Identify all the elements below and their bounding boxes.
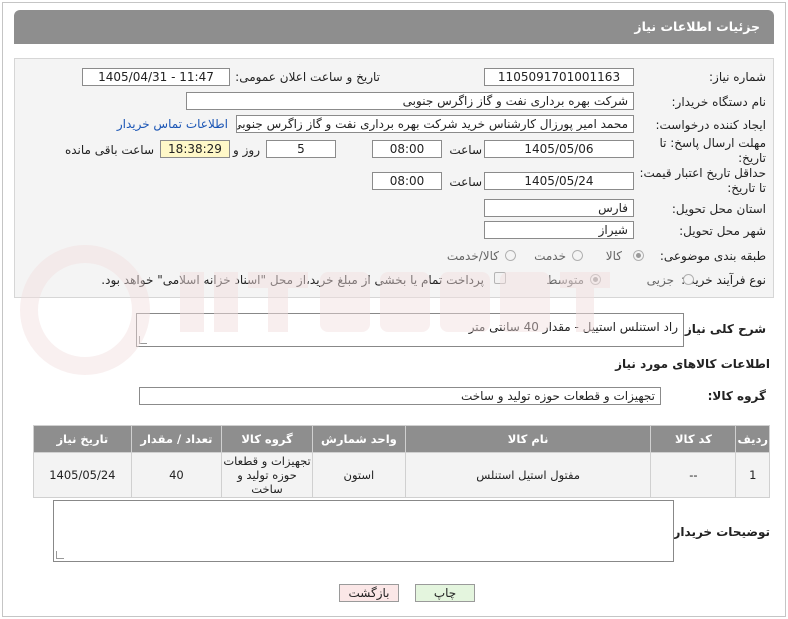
category-radio-service[interactable] [572,250,583,261]
announce-field: 1405/04/31 - 11:47 [82,68,230,86]
reply-date-field: 1405/05/06 [484,140,634,158]
reply-time-field: 08:00 [372,140,442,158]
process-option-medium: متوسط [546,273,584,287]
col-header-unit: واحد شمارش [311,425,406,453]
treasury-payment-text: پرداخت تمام یا بخشی از مبلغ خرید،از محل … [101,273,484,287]
col-header-need-date: تاریخ نیاز [33,425,132,453]
col-header-goods-group: گروه کالا [221,425,313,453]
summary-label: شرح کلی نیاز: [680,322,766,336]
buyer-notes-textarea[interactable] [53,500,674,562]
reply-deadline-label: مهلت ارسال پاسخ: تا تاریخ: [659,136,766,165]
col-header-quantity: تعداد / مقدار [130,425,223,453]
process-radio-minor[interactable] [683,274,694,285]
buyer-org-label: نام دستگاه خریدار: [671,95,767,109]
price-deadline-label: حداقل تاریخ اعتبار قیمت: تا تاریخ: [639,166,766,195]
process-radio-medium[interactable] [590,274,601,285]
creator-field: محمد امیر پورزال کارشناس خرید شرکت بهره … [236,115,634,133]
col-header-row-number: ردیف [735,425,770,453]
cell-row-number: 1 [735,452,770,498]
price-date-field: 1405/05/24 [484,172,634,190]
page-header: جزئیات اطلاعات نیاز [14,10,774,44]
province-field: فارس [484,199,634,217]
treasury-payment-checkbox[interactable] [494,272,506,284]
need-number-label: شماره نیاز: [709,70,766,84]
category-radio-goods-service[interactable] [505,250,516,261]
announce-label: تاریخ و ساعت اعلان عمومی: [235,70,380,84]
price-time-label: ساعت [449,175,482,189]
category-radio-goods[interactable] [633,250,644,261]
category-option-goods: کالا [605,249,622,263]
table-header-row: ردیف کد کالا نام کالا واحد شمارش گروه کا… [33,425,770,453]
process-option-minor: جزیی [646,273,674,287]
cell-quantity: 40 [130,452,223,498]
cell-unit: استون [311,452,406,498]
remaining-time-field: 18:38:29 [160,140,230,158]
remaining-time-label: ساعت باقی مانده [64,143,154,157]
col-header-goods-name: نام کالا [404,425,652,453]
cell-goods-group: تجهیزات و قطعات حوزه تولید و ساخت [221,452,313,498]
table-row: 1 -- مفتول استیل استنلس استون تجهیزات و … [33,452,770,498]
city-field: شیراز [484,221,634,239]
print-button[interactable]: چاپ [415,584,475,602]
cell-goods-code: -- [650,452,737,498]
cell-goods-name: مفتول استیل استنلس [404,452,652,498]
category-option-goods-service: کالا/خدمت [446,249,499,263]
summary-text: راد استنلس استییل - مقدار 40 سانتی متر [468,320,678,334]
city-label: شهر محل تحویل: [679,224,766,238]
province-label: استان محل تحویل: [671,202,766,216]
days-field: 5 [266,140,336,158]
cell-need-date: 1405/05/24 [33,452,132,498]
buyer-notes-label: توضیحات خریدار: [668,525,770,539]
goods-group-label: گروه کالا: [707,389,766,403]
goods-group-field: تجهیزات و قطعات حوزه تولید و ساخت [139,387,661,405]
items-table: ردیف کد کالا نام کالا واحد شمارش گروه کا… [33,425,770,498]
resize-grip-icon[interactable] [56,551,64,559]
need-number-field: 1105091701001163 [484,68,634,86]
category-label: طبقه بندی موضوعی: [659,249,766,263]
page-title: جزئیات اطلاعات نیاز [634,19,760,34]
days-label: روز و [233,143,260,157]
summary-textarea[interactable]: راد استنلس استییل - مقدار 40 سانتی متر [136,313,684,347]
buyer-org-field: شرکت بهره برداری نفت و گاز زاگرس جنوبی [186,92,634,110]
goods-section-title: اطلاعات کالاهای مورد نیاز [615,357,770,371]
col-header-goods-code: کد کالا [650,425,737,453]
back-button[interactable]: بازگشت [339,584,399,602]
price-time-field: 08:00 [372,172,442,190]
contact-buyer-link[interactable]: اطلاعات تماس خریدار [117,117,228,131]
creator-label: ایجاد کننده درخواست: [655,118,766,132]
reply-time-label: ساعت [449,143,482,157]
category-option-service: خدمت [534,249,566,263]
resize-grip-icon[interactable] [139,336,147,344]
